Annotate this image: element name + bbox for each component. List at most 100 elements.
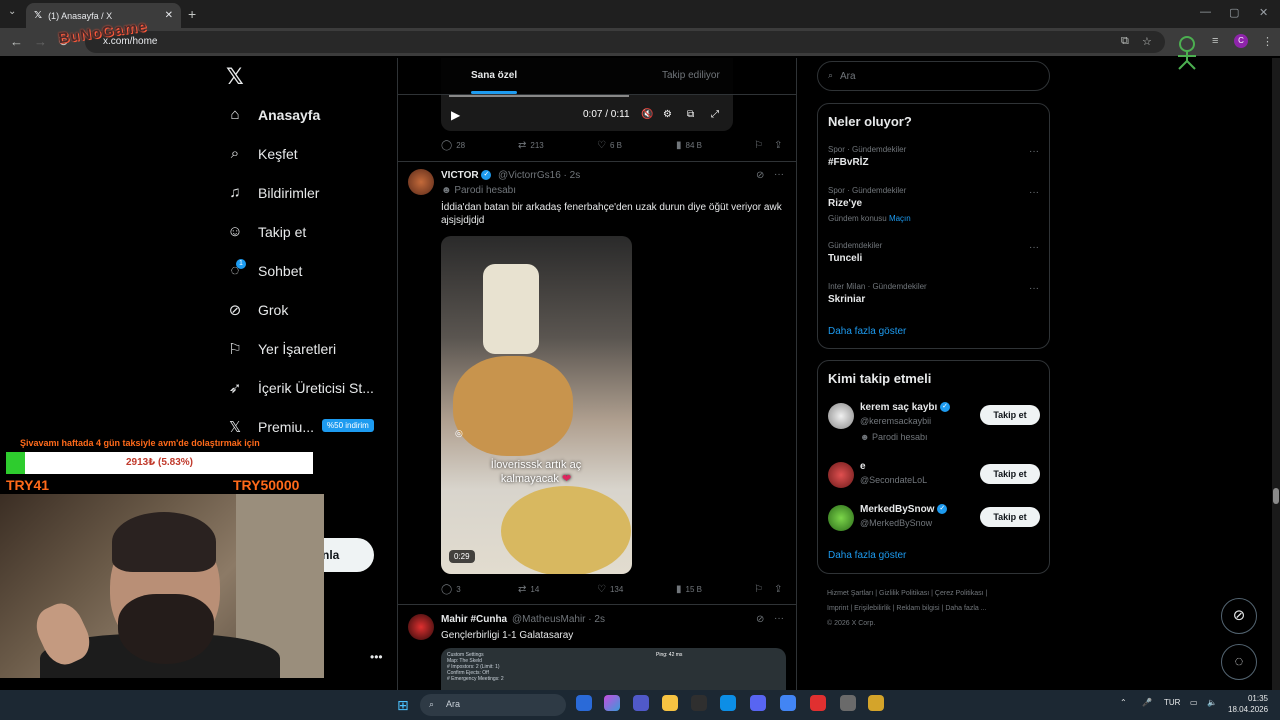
taskbar-clock[interactable]: 01:35 18.04.2026 [1228,693,1268,715]
bookmark-star-icon[interactable]: ☆ [1142,35,1152,48]
suggested-name[interactable]: MerkedBySnow ✓ [860,504,948,515]
suggested-name[interactable]: kerem saç kaybı ✓ [860,402,951,413]
restore-icon[interactable]: ▢ [1229,6,1239,19]
trends-show-more[interactable]: Daha fazla göster [828,326,906,337]
language-indicator[interactable]: TUR [1164,698,1180,707]
post3-author-name[interactable]: Mahir #Cunha [441,614,507,625]
trend-name[interactable]: Tunceli [828,253,862,264]
window-close-icon[interactable]: ✕ [1259,6,1268,19]
nav-home[interactable]: ⌂ Anasayfa [226,106,320,123]
footer-link[interactable]: Gizlilik Politikası [879,590,929,597]
tray-chevron-icon[interactable]: ⌃ [1120,698,1127,707]
back-icon[interactable]: ← [10,34,23,49]
chrome-icon[interactable] [780,695,796,711]
install-app-icon[interactable]: ⧉ [1121,35,1129,48]
like-button[interactable]: ♡ 6 B [597,140,622,151]
app-icon[interactable] [840,695,856,711]
post2-author[interactable]: VICTOR ✓ [441,170,492,181]
post3-media[interactable]: Custom Settings Map: The Skeld # Imposto… [441,648,786,690]
copilot-icon[interactable] [604,695,620,711]
fullscreen-icon[interactable]: ⤢ [711,109,719,120]
messages-fab-icon[interactable]: ◌ [1221,644,1257,680]
footer-link[interactable]: Çerez Politikası [935,590,984,597]
follow-button[interactable]: Takip et [980,405,1040,425]
nav-premium[interactable]: 𝕏 Premiu... [226,418,314,436]
views-button[interactable]: ▮ 84 B [676,140,702,151]
reply-button[interactable]: ◯ 28 [441,140,465,151]
views-button[interactable]: ▮ 15 B [676,584,702,595]
forward-icon[interactable]: → [34,34,47,49]
taskview-icon[interactable] [576,695,592,711]
repost-button[interactable]: ⇄ 213 [518,140,544,151]
address-bar[interactable]: x.com/home [85,31,1165,53]
microphone-icon[interactable]: 🎤 [1142,698,1152,707]
store-icon[interactable] [691,695,707,711]
edge-icon[interactable] [720,695,736,711]
post2-avatar[interactable] [408,169,434,195]
trend-name[interactable]: Rize'ye [828,198,862,209]
discord-icon[interactable] [750,695,766,711]
post3-avatar[interactable] [408,614,434,640]
app-icon[interactable] [868,695,884,711]
new-tab-icon[interactable]: + [188,6,196,22]
tab-following[interactable]: Takip ediliyor [662,70,720,81]
minimize-icon[interactable]: — [1200,6,1211,18]
browser-menu-icon[interactable]: ⋮ [1262,35,1273,48]
profile-avatar[interactable]: C [1234,34,1248,48]
suggested-name[interactable]: e [860,461,866,472]
trend-more-icon[interactable]: ··· [1029,187,1039,198]
post-more-icon[interactable]: ··· [774,169,784,180]
follow-button[interactable]: Takip et [980,464,1040,484]
grok-post-icon[interactable]: ⊘ [756,614,764,625]
grok-fab-icon[interactable]: ⊘ [1221,598,1257,634]
windows-start-icon[interactable]: ⊞ [397,697,409,714]
nav-explore[interactable]: ⌕ Keşfet [226,145,298,162]
bookmark-button[interactable]: ⚐ [754,140,763,151]
taskbar-search[interactable]: ⌕ Ara [420,694,566,716]
play-icon[interactable]: ▶ [451,108,460,122]
bookmark-button[interactable]: ⚐ [754,584,763,595]
scrollbar[interactable] [1272,58,1280,690]
reply-button[interactable]: ◯ 3 [441,584,461,595]
share-button[interactable]: ⇪ [774,140,782,151]
tab-search-chevron-icon[interactable]: ⌄ [8,6,16,17]
grok-post-icon[interactable]: ⊘ [756,170,764,181]
suggested-avatar[interactable] [828,403,854,429]
footer-link[interactable]: Hizmet Şartları [827,590,873,597]
nav-grok[interactable]: ⊘ Grok [226,301,289,319]
file-explorer-icon[interactable] [662,695,678,711]
close-tab-icon[interactable]: ✕ [165,10,173,21]
network-icon[interactable]: ▭ [1190,698,1198,707]
volume-icon[interactable]: 🔈 [1207,698,1217,707]
footer-link[interactable]: Reklam bilgisi [896,605,939,612]
search-box[interactable]: ⌕ Ara [817,61,1050,91]
footer-link[interactable]: Imprint [827,605,848,612]
nav-follow[interactable]: ☺ Takip et [226,223,306,240]
app-icon[interactable] [810,695,826,711]
trend-sub-link[interactable]: Maçın [889,214,911,223]
pip-icon[interactable]: ⧉ [687,109,694,120]
mute-icon[interactable]: 🔇 [641,109,653,120]
nav-creator-studio[interactable]: ➶ İçerik Üreticisi St... [226,379,374,397]
nav-notifications[interactable]: ♫ Bildirimler [226,184,319,201]
trend-more-icon[interactable]: ··· [1029,242,1039,253]
nav-bookmarks[interactable]: ⚐ Yer İşaretleri [226,340,336,358]
trend-more-icon[interactable]: ··· [1029,146,1039,157]
trend-name[interactable]: #FBvRİZ [828,157,869,168]
repost-button[interactable]: ⇄ 14 [518,584,539,595]
footer-link[interactable]: Daha fazla ... [945,605,986,612]
scrollbar-thumb[interactable] [1273,488,1279,504]
like-button[interactable]: ♡ 134 [597,584,623,595]
video-progress-bar[interactable] [449,95,629,97]
post3-handle[interactable]: @MatheusMahir · 2s [512,614,605,625]
account-more-icon[interactable]: ••• [370,650,383,664]
follow-button[interactable]: Takip et [980,507,1040,527]
who-show-more[interactable]: Daha fazla göster [828,550,906,561]
post-more-icon[interactable]: ··· [774,613,784,624]
trend-more-icon[interactable]: ··· [1029,283,1039,294]
media-control-icon[interactable]: ≡ [1212,35,1218,47]
post2-handle[interactable]: @VictorrGs16 · 2s [498,170,580,181]
footer-link[interactable]: Erişilebilirlik [854,605,891,612]
settings-icon[interactable]: ⚙ [663,109,672,120]
post2-video[interactable]: ◎ İloverisssk artık aç kalmayacak ❤ 0:29 [441,236,632,574]
